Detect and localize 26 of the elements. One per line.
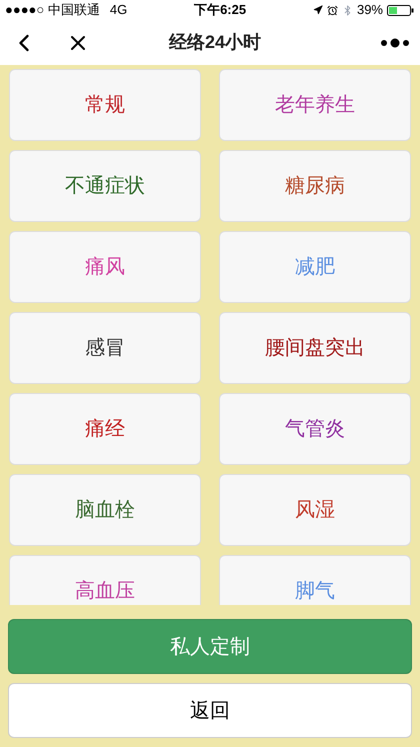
category-button[interactable]: 减肥: [219, 231, 411, 303]
battery-icon: [387, 4, 415, 16]
time-text: 下午6:25: [194, 1, 246, 20]
custom-button[interactable]: 私人定制: [8, 619, 412, 674]
category-button[interactable]: 腰间盘突出: [219, 312, 411, 384]
category-button[interactable]: 不通症状: [9, 150, 201, 222]
category-button[interactable]: 老年养生: [219, 69, 411, 141]
category-button[interactable]: 痛风: [9, 231, 201, 303]
alarm-icon: [326, 4, 338, 16]
category-button[interactable]: 常规: [9, 69, 201, 141]
bluetooth-icon: [342, 4, 353, 16]
category-button[interactable]: 痛经: [9, 393, 201, 465]
category-button[interactable]: 脚气: [219, 555, 411, 605]
return-button[interactable]: 返回: [8, 683, 412, 738]
category-button[interactable]: 气管炎: [219, 393, 411, 465]
network-text: 4G: [110, 1, 128, 20]
battery-text: 39%: [356, 1, 383, 20]
location-icon: [312, 5, 323, 15]
category-button[interactable]: 风湿: [219, 474, 411, 546]
more-icon[interactable]: [380, 38, 410, 48]
carrier-text: ●●●●○ 中国联通: [5, 1, 100, 20]
category-button[interactable]: 糖尿病: [219, 150, 411, 222]
category-button[interactable]: 高血压: [9, 555, 201, 605]
category-button[interactable]: 脑血栓: [9, 474, 201, 546]
page-title: 经络24小时: [168, 31, 262, 54]
category-button[interactable]: 感冒: [9, 312, 201, 384]
